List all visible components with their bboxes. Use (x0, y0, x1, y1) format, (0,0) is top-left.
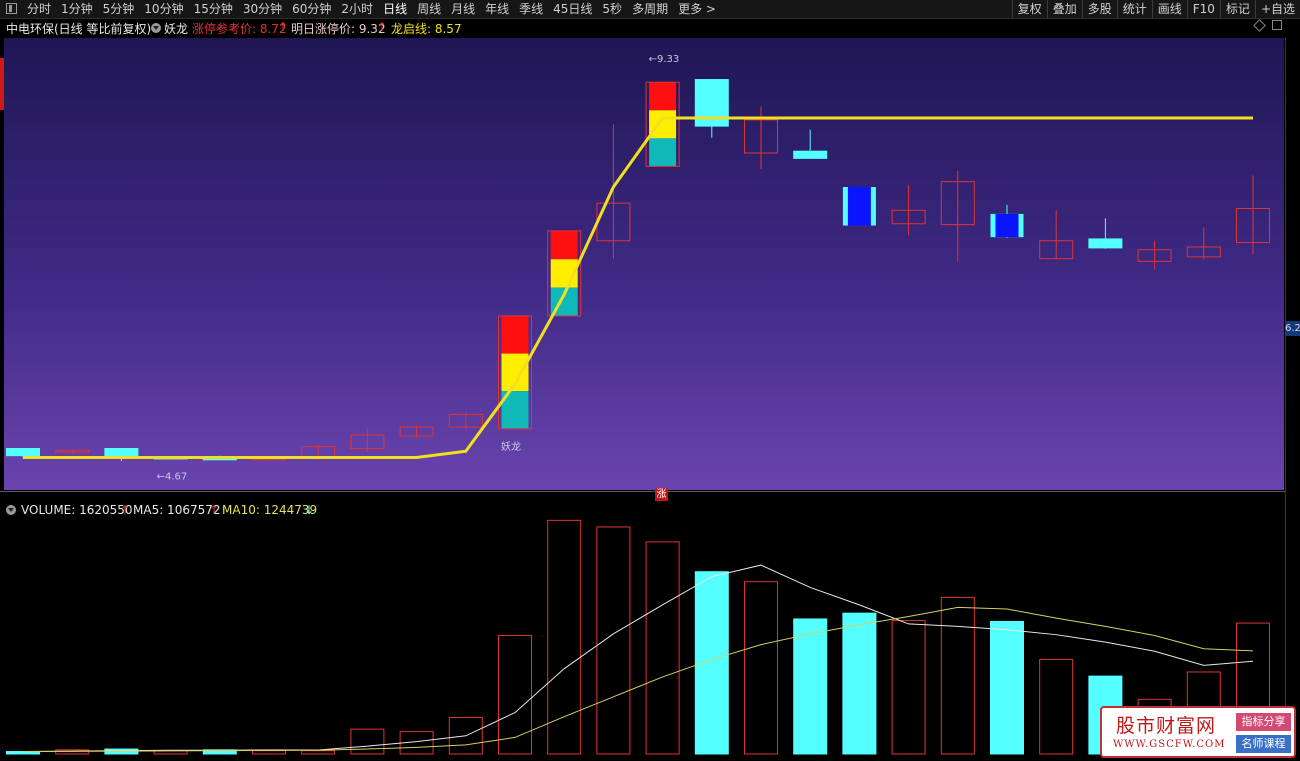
dragon-start-line (23, 116, 1253, 459)
candle-body-16 (793, 150, 828, 159)
ma10-value: MA10: 1244739 (222, 503, 318, 517)
dragon-stack-yellow-13 (649, 110, 677, 139)
ma5-line (22, 564, 1254, 753)
volume-bar-13 (645, 541, 680, 755)
volume-bar-17 (842, 612, 877, 755)
watermark-site-name: 股市财富网 (1116, 715, 1217, 737)
dragon-stack-red-10 (501, 315, 529, 354)
volume-value: VOLUME: 1620550 (21, 503, 133, 517)
ma5-arrow: ↑ (209, 503, 220, 517)
volume-bar-5 (252, 750, 286, 755)
candle-body-0 (6, 448, 40, 457)
limit-up-marker: 涨 (655, 488, 668, 501)
candle-inner-17 (847, 187, 871, 226)
volume-bar-10 (498, 635, 532, 755)
volume-bar-6 (301, 750, 336, 755)
volume-bar-7 (350, 728, 385, 755)
volume-bar-1 (55, 749, 90, 755)
ma10-arrow: ↓ (304, 503, 315, 517)
volume-bar-19 (940, 596, 975, 755)
volume-bar-16 (793, 618, 828, 755)
volume-dropdown-icon[interactable] (6, 505, 16, 515)
volume-bar-15 (744, 581, 778, 755)
volume-bar-20 (990, 620, 1024, 755)
watermark-tag-course: 名师课程 (1236, 735, 1291, 753)
watermark-tag-share: 指标分享 (1236, 713, 1291, 731)
volume-bar-21 (1039, 659, 1074, 755)
volume-bar-18 (891, 620, 926, 755)
dragon-stack-teal-13 (649, 138, 677, 167)
volume-bar-12 (596, 526, 631, 755)
chart-canvas: ←4.67 ←9.33 妖龙 (6, 54, 1270, 755)
dragon-stack-red-11 (550, 230, 578, 260)
volume-arrow: ↑ (120, 503, 131, 517)
candle-body-2 (104, 448, 139, 458)
chart-annotation-2: 妖龙 (501, 440, 521, 453)
chart-annotation-1: ←9.33 (649, 54, 680, 65)
candle-inner-20 (995, 213, 1019, 238)
candle-body-22 (1088, 238, 1123, 249)
ma10-line (22, 606, 1254, 753)
site-watermark: 股市财富网 WWW.GSCFW.COM 指标分享 名师课程 (1100, 706, 1296, 758)
watermark-url: WWW.GSCFW.COM (1113, 739, 1226, 750)
volume-bar-14 (694, 571, 729, 755)
volume-bar-11 (547, 519, 582, 755)
ma5-value: MA5: 1067572 (133, 503, 221, 517)
dragon-stack-red-13 (649, 82, 677, 111)
chart-annotation-0: ←4.67 (157, 471, 188, 482)
